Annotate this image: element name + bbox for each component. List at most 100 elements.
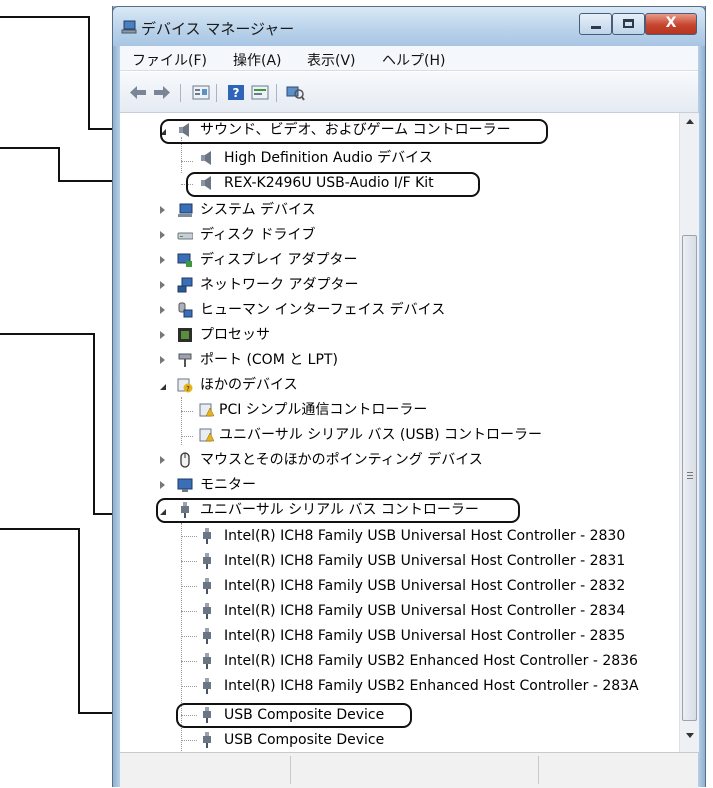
minimize-icon	[591, 26, 601, 29]
tree-label: ディスプレイ アダプター	[200, 252, 358, 268]
tree-category-display[interactable]: ディスプレイ アダプター	[120, 248, 679, 272]
tree-item[interactable]: Intel(R) ICH8 Family USB Universal Host …	[120, 599, 679, 623]
properties-icon[interactable]	[192, 84, 210, 101]
highlight-outline	[156, 498, 520, 523]
tree-item[interactable]: High Definition Audio デバイス	[120, 146, 679, 170]
tree-item[interactable]: Intel(R) ICH8 Family USB Universal Host …	[120, 574, 679, 598]
tree-connector	[181, 586, 197, 587]
menu-file[interactable]: ファイル(F)	[132, 50, 207, 70]
usb-icon	[203, 678, 211, 694]
tree-label: ディスク ドライブ	[200, 227, 316, 243]
tree-label: システム デバイス	[200, 202, 316, 218]
expand-arrow-icon[interactable]	[160, 256, 165, 264]
tree-category-network[interactable]: ネットワーク アダプター	[120, 273, 679, 297]
tree-label: Intel(R) ICH8 Family USB2 Enhanced Host …	[224, 678, 639, 694]
status-bar	[120, 752, 698, 788]
tree-category-processor[interactable]: プロセッサ	[120, 323, 679, 347]
tree-category-other[interactable]: ? ほかのデバイス	[120, 373, 679, 397]
tree-label: ネットワーク アダプター	[200, 277, 359, 293]
tree-label: ポート (COM と LPT)	[200, 352, 338, 368]
tree-label: ユニバーサル シリアル バス (USB) コントローラー	[219, 427, 543, 443]
expand-arrow-icon[interactable]	[160, 384, 166, 390]
tree-item[interactable]: USB Composite Device	[120, 728, 679, 752]
close-button[interactable]: X	[645, 13, 697, 35]
tree-label: マウスとそのほかのポインティング デバイス	[200, 452, 483, 468]
usb-icon	[203, 553, 211, 569]
tree-category-system[interactable]: システム デバイス	[120, 198, 679, 222]
speaker-icon	[201, 151, 211, 165]
mouse-icon	[180, 452, 190, 468]
title-bar[interactable]: デバイス マネージャー X	[112, 6, 706, 46]
expand-arrow-icon[interactable]	[160, 281, 165, 289]
scroll-down-icon[interactable]	[686, 733, 694, 738]
tree-label: ほかのデバイス	[200, 377, 298, 393]
device-tree: サウンド、ビデオ、およびゲーム コントローラー High Definition …	[120, 113, 679, 752]
tree-label: Intel(R) ICH8 Family USB2 Enhanced Host …	[224, 653, 638, 669]
tree-connector	[181, 561, 197, 562]
tree-item[interactable]: Intel(R) ICH8 Family USB2 Enhanced Host …	[120, 649, 679, 673]
tree-item[interactable]: ユニバーサル シリアル バス (USB) コントローラー	[120, 423, 679, 447]
tree-item[interactable]: Intel(R) ICH8 Family USB Universal Host …	[120, 624, 679, 648]
highlight-outline	[160, 119, 548, 144]
svg-text:?: ?	[186, 385, 190, 393]
help-icon[interactable]: ?	[227, 84, 245, 101]
tree-label: Intel(R) ICH8 Family USB Universal Host …	[224, 528, 626, 544]
minimize-button[interactable]	[579, 13, 612, 35]
toolbar-separator	[216, 84, 217, 102]
status-cell	[538, 756, 697, 784]
scan-hardware-icon[interactable]	[286, 84, 305, 101]
tree-connector	[181, 740, 197, 741]
scrollbar-thumb[interactable]	[682, 235, 697, 721]
usb-icon	[203, 628, 211, 644]
tree-item[interactable]: Intel(R) ICH8 Family USB Universal Host …	[120, 549, 679, 573]
expand-arrow-icon[interactable]	[160, 481, 165, 489]
status-cell	[120, 756, 291, 784]
tree-label: Intel(R) ICH8 Family USB Universal Host …	[224, 578, 626, 594]
tree-category-disk[interactable]: ディスク ドライブ	[120, 223, 679, 247]
status-cell	[290, 756, 539, 784]
highlight-outline	[186, 172, 480, 197]
expand-arrow-icon[interactable]	[160, 356, 165, 364]
menu-view[interactable]: 表示(V)	[307, 50, 356, 70]
back-arrow-icon[interactable]	[128, 84, 148, 101]
usb-icon	[203, 528, 211, 544]
expand-arrow-icon[interactable]	[160, 231, 165, 239]
usb-icon	[203, 603, 211, 619]
usb-icon	[203, 653, 211, 669]
window-frame-right	[698, 6, 706, 787]
monitor-icon	[177, 478, 193, 492]
forward-arrow-icon[interactable]	[152, 84, 172, 101]
toolbar: ?	[120, 72, 698, 113]
unknown-device-icon: ?	[177, 378, 193, 393]
tree-category-mouse[interactable]: マウスとそのほかのポインティング デバイス	[120, 448, 679, 472]
tree-connector	[181, 636, 197, 637]
tree-category-monitor[interactable]: モニター	[120, 473, 679, 497]
processor-icon	[178, 328, 192, 342]
menu-bar: ファイル(F) 操作(A) 表示(V) ヘルプ(H)	[120, 46, 698, 71]
expand-arrow-icon[interactable]	[160, 306, 165, 314]
device-manager-icon	[121, 20, 137, 34]
expand-arrow-icon[interactable]	[160, 206, 165, 214]
tree-category-ports[interactable]: ポート (COM と LPT)	[120, 348, 679, 372]
menu-action[interactable]: 操作(A)	[233, 50, 282, 70]
tree-item[interactable]: Intel(R) ICH8 Family USB Universal Host …	[120, 524, 679, 548]
port-icon	[178, 353, 192, 367]
expand-arrow-icon[interactable]	[160, 456, 165, 464]
tree-label: プロセッサ	[200, 327, 270, 343]
tree-label: ヒューマン インターフェイス デバイス	[200, 302, 446, 318]
menu-help[interactable]: ヘルプ(H)	[382, 50, 445, 70]
tree-label: Intel(R) ICH8 Family USB Universal Host …	[224, 553, 626, 569]
maximize-button[interactable]	[612, 13, 645, 35]
display-adapter-icon	[177, 253, 192, 267]
toolbar-separator	[180, 84, 181, 102]
expand-arrow-icon[interactable]	[160, 331, 165, 339]
tree-category-hid[interactable]: ヒューマン インターフェイス デバイス	[120, 298, 679, 322]
disk-drive-icon	[177, 232, 193, 240]
update-driver-icon[interactable]	[251, 84, 269, 101]
tree-item[interactable]: PCI シンプル通信コントローラー	[120, 398, 679, 422]
close-icon: X	[665, 15, 677, 31]
tree-connector	[181, 686, 197, 687]
tree-item[interactable]: Intel(R) ICH8 Family USB2 Enhanced Host …	[120, 674, 679, 698]
scroll-up-icon[interactable]	[686, 119, 694, 124]
vertical-scrollbar[interactable]	[679, 113, 699, 752]
